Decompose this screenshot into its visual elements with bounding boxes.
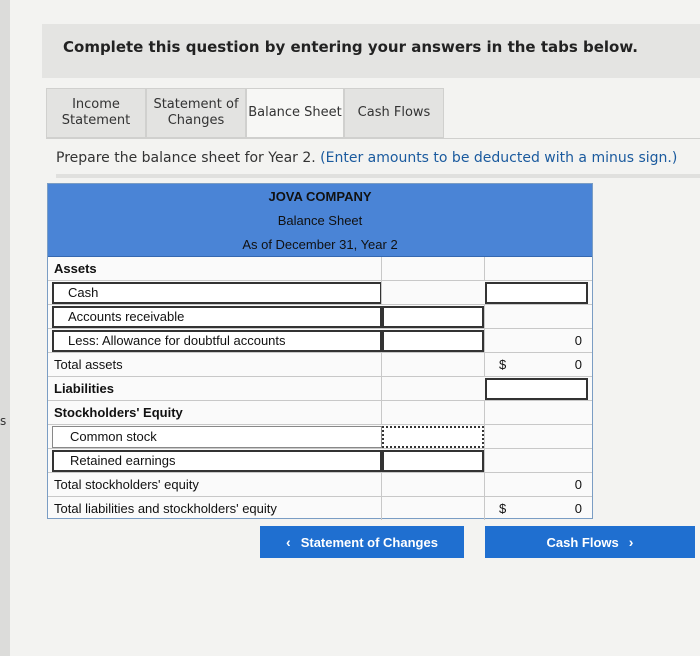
statement-title: Balance Sheet (48, 208, 592, 233)
currency-symbol: $ (499, 357, 507, 372)
table-row: Stockholders' Equity (48, 401, 592, 425)
tab-label: Statement (61, 113, 131, 128)
retained-amount-input[interactable] (382, 450, 484, 472)
retained-earnings-label: Retained earnings (70, 453, 176, 468)
total-liab-equity-value: 0 (574, 501, 582, 516)
table-row: Assets (48, 257, 592, 281)
tab-label: Statement of (153, 97, 239, 112)
next-tab-label: Cash Flows (546, 534, 619, 550)
total-assets-value: 0 (574, 357, 582, 372)
table-row: Total liabilities and stockholders' equi… (48, 497, 592, 520)
edge-letter: s (0, 414, 7, 428)
prompt-text: Prepare the balance sheet for Year 2. (56, 150, 316, 166)
total-assets-label: Total assets (54, 357, 123, 372)
tab-balance-sheet[interactable]: Balance Sheet (246, 88, 344, 138)
tab-cash-flows[interactable]: Cash Flows (344, 88, 444, 138)
table-row: Total assets $ 0 (48, 353, 592, 377)
assets-heading: Assets (54, 261, 97, 276)
total-liab-equity-label: Total liabilities and stockholders' equi… (54, 501, 277, 516)
table-row: Accounts receivable (48, 305, 592, 329)
tab-label: Balance Sheet (248, 105, 342, 120)
total-equity-label: Total stockholders' equity (54, 477, 199, 492)
ar-label: Accounts receivable (68, 309, 185, 324)
prompt-divider (56, 174, 700, 178)
statement-date: As of December 31, Year 2 (48, 232, 592, 257)
table-row: Total stockholders' equity 0 (48, 473, 592, 497)
allowance-value: 0 (484, 329, 590, 352)
tab-statement-of-changes[interactable]: Statement of Changes (146, 88, 246, 138)
equity-heading: Stockholders' Equity (54, 405, 183, 420)
table-row: Less: Allowance for doubtful accounts 0 (48, 329, 592, 353)
next-tab-button[interactable]: Cash Flows › (485, 526, 695, 558)
balance-sheet-table: JOVA COMPANY Balance Sheet As of Decembe… (47, 183, 593, 520)
table-row: Cash (48, 281, 592, 305)
currency-symbol: $ (499, 501, 507, 516)
ar-amount-input[interactable] (382, 306, 484, 328)
left-window-edge (0, 0, 10, 656)
allowance-amount-input[interactable] (382, 330, 484, 352)
liabilities-amount-input[interactable] (485, 378, 588, 400)
instruction-text: Complete this question by entering your … (63, 38, 638, 56)
prev-tab-label: Statement of Changes (300, 534, 438, 550)
company-name: JOVA COMPANY (48, 184, 592, 209)
cash-label: Cash (68, 285, 99, 300)
table-row: Liabilities (48, 377, 592, 401)
cash-amount-input[interactable] (485, 282, 588, 304)
liabilities-heading: Liabilities (54, 381, 114, 396)
question-prompt: Prepare the balance sheet for Year 2. (E… (56, 150, 677, 166)
prev-tab-button[interactable]: ‹ Statement of Changes (260, 526, 464, 558)
total-equity-value: 0 (484, 473, 590, 496)
tab-divider (46, 138, 700, 139)
chevron-right-icon: › (628, 534, 634, 550)
common-stock-amount-input[interactable] (382, 426, 484, 448)
table-row: Retained earnings (48, 449, 592, 473)
prompt-hint: (Enter amounts to be deducted with a min… (320, 150, 678, 166)
tab-label: Income (72, 97, 120, 112)
table-row: Common stock (48, 425, 592, 449)
allowance-label: Less: Allowance for doubtful accounts (68, 333, 286, 348)
common-stock-label: Common stock (70, 429, 157, 444)
tab-income-statement[interactable]: Income Statement (46, 88, 146, 138)
chevron-left-icon: ‹ (286, 534, 291, 550)
tab-label: Changes (167, 113, 225, 128)
tab-label: Cash Flows (357, 105, 431, 120)
